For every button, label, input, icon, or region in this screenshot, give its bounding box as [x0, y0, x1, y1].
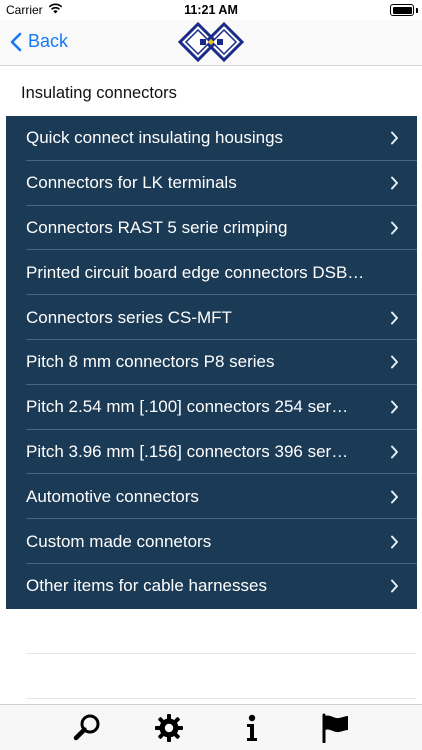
chevron-right-icon	[391, 579, 398, 593]
tab-bar	[0, 704, 422, 750]
list-item[interactable]: Automotive connectors	[6, 474, 417, 519]
table-separator	[26, 653, 416, 654]
list-item-label: Pitch 8 mm connectors P8 series	[26, 352, 275, 372]
info-tab[interactable]	[235, 711, 269, 745]
list-item[interactable]: Other items for cable harnesses	[6, 564, 417, 609]
chevron-right-icon	[391, 355, 398, 369]
company-logo	[177, 21, 245, 63]
back-button[interactable]: Back	[10, 31, 68, 52]
chevron-right-icon	[391, 176, 398, 190]
search-icon	[73, 714, 100, 741]
list-item-label: Automotive connectors	[26, 486, 199, 506]
list-item-label: Connectors series CS-MFT	[26, 307, 232, 327]
settings-tab[interactable]	[152, 711, 186, 745]
list-item[interactable]: Connectors RAST 5 serie crimping	[6, 206, 417, 251]
chevron-right-icon	[391, 535, 398, 549]
info-icon	[247, 714, 257, 741]
gear-icon	[155, 714, 183, 742]
list-item-label: Quick connect insulating housings	[26, 128, 284, 148]
language-tab[interactable]	[318, 711, 352, 745]
category-list: Quick connect insulating housings Connect…	[6, 116, 417, 609]
navigation-bar: Back	[0, 20, 422, 66]
list-item-label: Custom made connetors	[26, 531, 212, 551]
list-item-label: Pitch 2.54 mm [.100] connectors 254 ser…	[26, 397, 349, 417]
list-item-label: Other items for cable harnesses	[26, 576, 267, 596]
chevron-right-icon	[391, 311, 398, 325]
page-title: Insulating connectors	[21, 84, 177, 102]
status-bar: Carrier 11:21 AM	[0, 0, 422, 20]
list-item[interactable]: Quick connect insulating housings	[6, 116, 417, 161]
search-tab[interactable]	[70, 711, 104, 745]
list-item[interactable]: Custom made connetors	[6, 519, 417, 564]
flag-icon	[322, 713, 348, 743]
list-item-label: Connectors RAST 5 serie crimping	[26, 217, 288, 237]
list-item-label: Printed circuit board edge connectors DS…	[26, 262, 365, 282]
list-item-label: Connectors for LK terminals	[26, 173, 237, 193]
chevron-right-icon	[391, 445, 398, 459]
status-time: 11:21 AM	[184, 3, 238, 17]
battery-icon	[390, 4, 414, 16]
list-item-label: Pitch 3.96 mm [.156] connectors 396 ser…	[26, 441, 349, 461]
chevron-right-icon	[391, 490, 398, 504]
chevron-left-icon	[10, 32, 22, 51]
list-item[interactable]: Pitch 8 mm connectors P8 series	[6, 340, 417, 385]
list-item[interactable]: Printed circuit board edge connectors DS…	[6, 250, 417, 295]
table-separator	[26, 698, 416, 699]
chevron-right-icon	[391, 400, 398, 414]
list-item[interactable]: Pitch 3.96 mm [.156] connectors 396 ser…	[6, 430, 417, 475]
list-item[interactable]: Connectors series CS-MFT	[6, 295, 417, 340]
battery-cap	[416, 8, 418, 13]
list-item[interactable]: Pitch 2.54 mm [.100] connectors 254 ser…	[6, 385, 417, 430]
list-item[interactable]: Connectors for LK terminals	[6, 161, 417, 206]
back-button-label: Back	[28, 31, 69, 51]
chevron-right-icon	[391, 221, 398, 235]
chevron-right-icon	[391, 131, 398, 145]
